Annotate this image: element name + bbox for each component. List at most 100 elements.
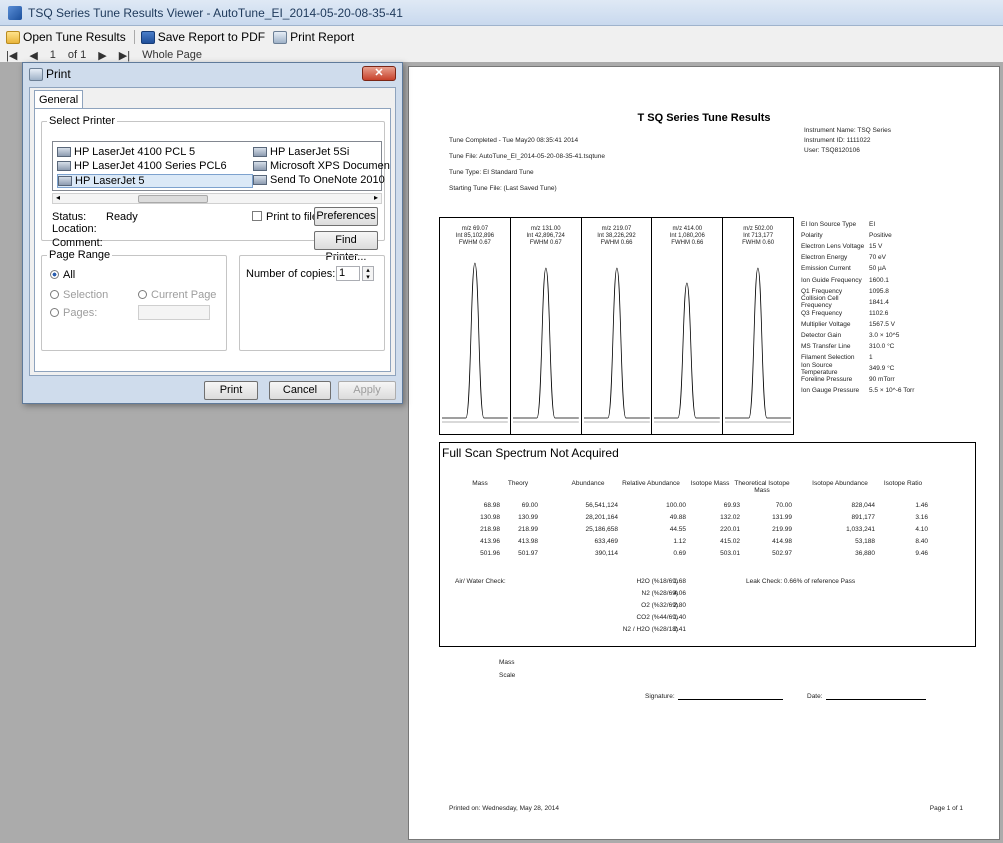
parameter-row: Foreline Pressure 90 mTorr bbox=[801, 374, 914, 385]
print-to-file-label: Print to file bbox=[266, 211, 318, 223]
first-page-icon[interactable]: |◀ bbox=[6, 49, 17, 62]
radio-all[interactable]: All bbox=[50, 269, 75, 281]
pages-input[interactable] bbox=[138, 305, 210, 320]
table-row: 501.96 501.97 390,114 0.69 503.01 502.97 36,88… bbox=[440, 550, 975, 561]
checkbox-box[interactable] bbox=[252, 211, 262, 221]
printer-icon bbox=[29, 67, 43, 81]
table-cell: 828,044 bbox=[851, 502, 876, 509]
copies-spinner[interactable]: ▴ ▾ bbox=[362, 266, 374, 281]
column-header: Theory bbox=[507, 480, 529, 487]
parameter-value: 5.5 × 10^-6 Torr bbox=[869, 387, 915, 395]
radio-selection-label: Selection bbox=[63, 289, 109, 301]
toolbar-separator bbox=[133, 30, 135, 44]
peak-profile bbox=[725, 267, 791, 423]
parameter-name: Multiplier Voltage bbox=[801, 320, 851, 328]
printer-item[interactable]: HP LaserJet 4100 PCL 5 bbox=[57, 146, 195, 158]
report-title: T SQ Series Tune Results bbox=[637, 112, 771, 124]
general-tab-panel: Select Printer HP LaserJet 4100 PCL 5 HP … bbox=[34, 108, 391, 372]
peak-curve bbox=[512, 267, 579, 419]
parameter-name: Electron Energy bbox=[801, 254, 848, 262]
table-cell: 502.97 bbox=[772, 550, 792, 557]
peak-header: m/z 414.00 Int 1,080,206 FWHM 0.66 bbox=[652, 226, 722, 247]
scale-label: Scale bbox=[499, 672, 516, 679]
table-cell: 414.98 bbox=[772, 538, 792, 545]
print-to-file-checkbox[interactable]: Print to file bbox=[252, 211, 318, 223]
printer-item[interactable]: Send To OneNote 2010 bbox=[253, 174, 385, 186]
radio-icon[interactable] bbox=[50, 270, 59, 279]
save-pdf-button[interactable]: Save Report to PDF bbox=[140, 30, 265, 44]
table-cell: 1.46 bbox=[915, 502, 928, 509]
parameter-name: Q1 Frequency bbox=[801, 287, 843, 295]
radio-pages[interactable]: Pages: bbox=[50, 307, 97, 319]
print-report-button[interactable]: Print Report bbox=[273, 30, 354, 44]
cancel-button[interactable]: Cancel bbox=[269, 381, 331, 400]
preferences-button[interactable]: Preferences bbox=[314, 207, 378, 226]
scan-title: Full Scan Spectrum Not Acquired bbox=[442, 446, 619, 460]
toolbar: Open Tune Results Save Report to PDF Pri… bbox=[0, 26, 1003, 48]
printer-item[interactable]: HP LaserJet 5Si bbox=[253, 146, 349, 158]
radio-current-page[interactable]: Current Page bbox=[138, 289, 216, 301]
scroll-thumb[interactable] bbox=[138, 195, 208, 203]
mass-label: Mass bbox=[499, 659, 515, 666]
print-button[interactable]: Print bbox=[204, 381, 258, 400]
apply-button[interactable]: Apply bbox=[338, 381, 396, 400]
next-page-icon[interactable]: ▶ bbox=[98, 49, 106, 62]
table-cell: 56,541,124 bbox=[585, 502, 618, 509]
scroll-left-icon[interactable]: ◂ bbox=[56, 193, 60, 202]
peak-profile bbox=[583, 267, 650, 423]
peak-panel: m/z 219.07 Int 38,226,292 FWHM 0.66 bbox=[582, 218, 653, 434]
parameter-name: Detector Gain bbox=[801, 331, 842, 339]
folder-icon bbox=[6, 30, 20, 44]
copies-group: Number of copies: 1 ▴ ▾ bbox=[239, 255, 385, 351]
radio-icon[interactable] bbox=[50, 290, 59, 299]
parameter-name: Filament Selection bbox=[801, 354, 855, 362]
open-tune-results-button[interactable]: Open Tune Results bbox=[6, 30, 126, 44]
last-page-icon[interactable]: ▶| bbox=[119, 49, 130, 62]
tune-parameters: EI Ion Source Type EI Polarity Positive Elec… bbox=[801, 219, 914, 397]
zoom-select[interactable]: Whole Page bbox=[142, 49, 202, 61]
peak-panel: m/z 131.00 Int 42,896,724 FWHM 0.67 bbox=[511, 218, 582, 434]
printer-list[interactable]: HP LaserJet 4100 PCL 5 HP LaserJet 5Si HP … bbox=[52, 141, 390, 191]
peak-fwhm: FWHM 0.67 bbox=[529, 240, 562, 246]
radio-selection[interactable]: Selection bbox=[50, 289, 108, 301]
parameter-value: 349.9 °C bbox=[869, 365, 895, 373]
starting-tune-file: Starting Tune File: (Last Saved Tune) bbox=[449, 185, 557, 192]
status-value: Ready bbox=[106, 211, 138, 223]
parameter-row: Ion Source Temperature 349.9 °C bbox=[801, 362, 914, 376]
table-cell: 501.97 bbox=[518, 550, 538, 557]
find-printer-button[interactable]: Find Printer... bbox=[314, 231, 378, 263]
printer-name: Microsoft XPS Documen bbox=[270, 160, 390, 172]
close-icon[interactable]: ✕ bbox=[362, 66, 396, 81]
radio-icon[interactable] bbox=[50, 308, 59, 317]
column-header: Isotope Mass bbox=[690, 480, 730, 487]
tab-general[interactable]: General bbox=[34, 90, 84, 109]
air-water-value: 2.41 bbox=[673, 626, 686, 633]
printer-item[interactable]: HP LaserJet 4100 Series PCL6 bbox=[57, 160, 227, 172]
printer-icon bbox=[57, 147, 71, 157]
peak-header: m/z 69.07 Int 85,102,896 FWHM 0.67 bbox=[440, 226, 510, 247]
radio-icon[interactable] bbox=[138, 290, 147, 299]
column-header: Theoretical Isotope Mass bbox=[734, 480, 790, 494]
location-label: Location: bbox=[52, 223, 97, 235]
select-printer-group: Select Printer HP LaserJet 4100 PCL 5 HP … bbox=[41, 115, 390, 263]
printer-icon bbox=[273, 30, 288, 44]
page-navigation: |◀ ◀ 1 of 1 ▶ ▶| Whole Page bbox=[0, 48, 1003, 62]
dialog-body: General Select Printer HP LaserJet 4100 … bbox=[29, 87, 396, 376]
peak-fwhm: FWHM 0.67 bbox=[458, 240, 491, 246]
printer-name: HP LaserJet 4100 PCL 5 bbox=[74, 146, 196, 158]
prev-page-icon[interactable]: ◀ bbox=[29, 49, 37, 62]
printer-list-scrollbar[interactable]: ◂ ▸ bbox=[52, 193, 382, 204]
table-cell: 218.99 bbox=[518, 526, 538, 533]
parameter-value: 1 bbox=[869, 354, 873, 362]
parameter-value: 3.0 × 10^5 bbox=[869, 331, 900, 339]
printer-item[interactable]: HP LaserJet 5 bbox=[57, 174, 253, 188]
copies-input[interactable]: 1 bbox=[336, 266, 360, 281]
printer-name: HP LaserJet 4100 Series PCL6 bbox=[74, 160, 227, 172]
printer-item[interactable]: Microsoft XPS Documen bbox=[253, 160, 390, 172]
parameter-value: EI bbox=[869, 221, 876, 229]
date-field: Date: bbox=[807, 693, 926, 700]
page-number[interactable]: 1 bbox=[50, 49, 56, 61]
parameter-value: 70 eV bbox=[869, 254, 886, 262]
scroll-right-icon[interactable]: ▸ bbox=[374, 193, 378, 202]
table-cell: 131.99 bbox=[772, 514, 792, 521]
